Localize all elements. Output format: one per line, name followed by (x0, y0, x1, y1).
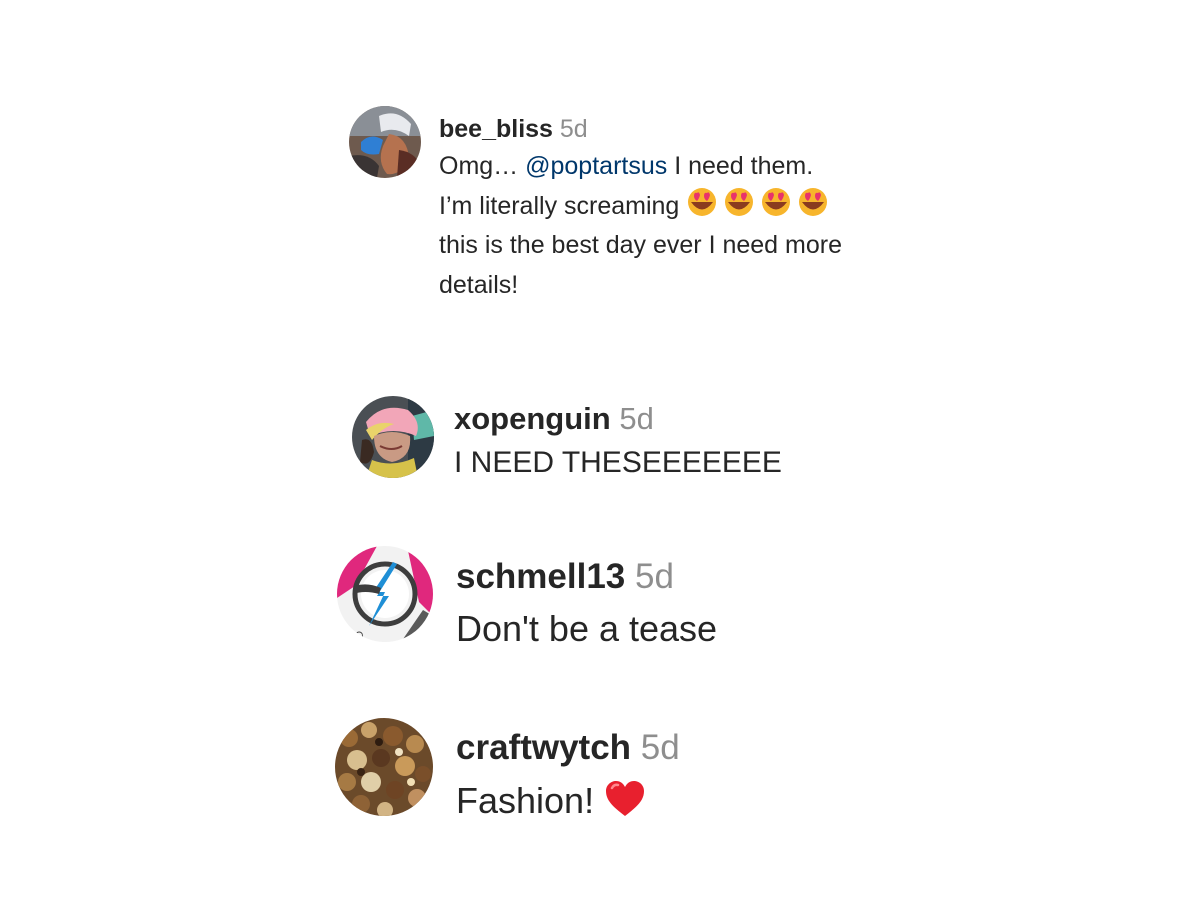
timestamp[interactable]: 5d (560, 115, 588, 143)
comment-header: bee_bliss 5d (439, 115, 842, 143)
svg-text:ᗩ: ᗩ (355, 631, 363, 642)
comment-header: craftwytch 5d (456, 728, 680, 768)
comment-text-line: this is the best day ever I need more (439, 231, 842, 259)
comment-text: Fashion! (456, 780, 605, 821)
comment-item: xopenguin 5d I NEED THESEEEEEEE (352, 396, 782, 481)
username[interactable]: craftwytch (456, 728, 631, 767)
comment-text: Don't be a tease (456, 608, 718, 649)
heart-eyes-emoji (760, 187, 792, 217)
comment-text-line: details! (439, 270, 519, 299)
avatar[interactable] (335, 718, 433, 816)
comment-text-line: Fashion! (456, 779, 680, 823)
comment-text: I need them. (667, 152, 814, 180)
timestamp[interactable]: 5d (635, 557, 674, 596)
username[interactable]: xopenguin (454, 401, 611, 436)
heart-eyes-emoji (797, 187, 829, 217)
comment-text: I NEED THESEEEEEEE (454, 446, 782, 479)
heart-eyes-emoji (686, 187, 718, 217)
timestamp[interactable]: 5d (641, 728, 680, 767)
heart-eyes-emoji (723, 187, 755, 217)
comment-text: I’m literally screaming (439, 191, 687, 220)
avatar[interactable]: ᗩ (337, 546, 433, 642)
comment-text: Omg… (439, 152, 526, 180)
timestamp[interactable]: 5d (619, 401, 653, 436)
username[interactable]: schmell13 (456, 557, 625, 596)
avatar[interactable] (349, 106, 421, 178)
comment-item: craftwytch 5d Fashion! (335, 718, 680, 823)
username[interactable]: bee_bliss (439, 115, 553, 143)
avatar[interactable] (352, 396, 434, 478)
comment-text-line: Omg… @poptartsus I need them. (439, 147, 842, 187)
comment-text-line: I’m literally screaming (439, 187, 842, 227)
comment-header: schmell13 5d (456, 557, 717, 597)
red-heart-emoji (604, 780, 646, 818)
mention-link[interactable]: @poptartsus (525, 152, 667, 180)
comment-header: xopenguin 5d (454, 401, 782, 437)
comment-item: ᗩ schmell13 5d Don't be a tease (337, 546, 717, 651)
comment-item: bee_bliss 5d Omg… @poptartsus I need the… (349, 106, 842, 305)
